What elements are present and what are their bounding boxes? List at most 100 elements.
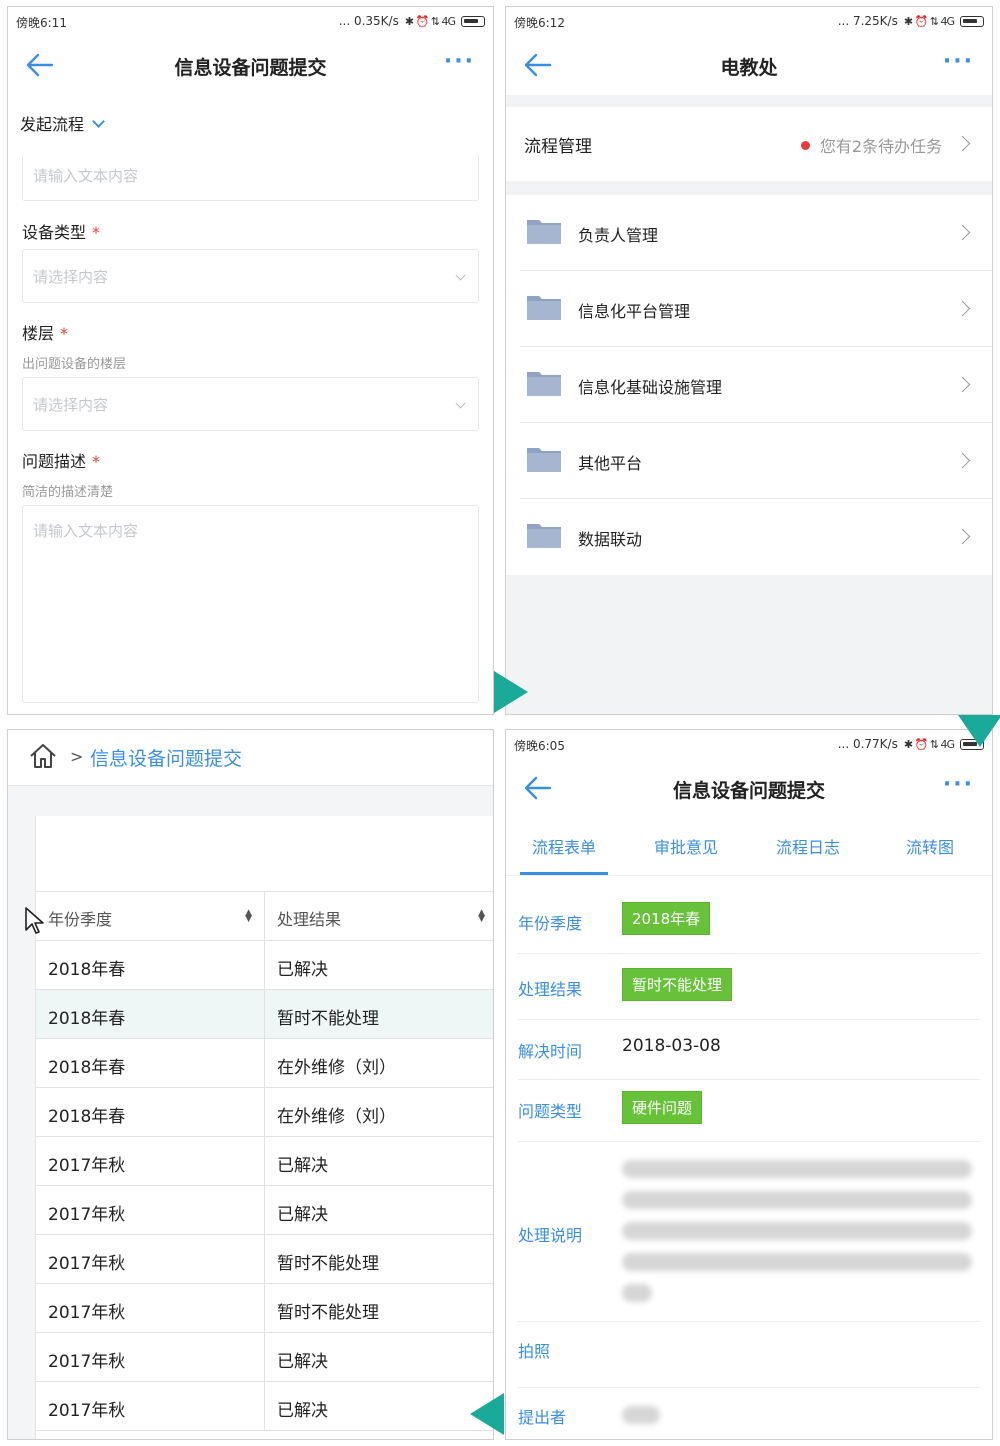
status-bar: 傍晚6:12 ... 7.25K/s ✱ ⏰ ⇅ 4G [506,7,992,35]
placeholder: 请输入文本内容 [33,522,139,540]
field-label: 处理说明 [518,1226,583,1245]
floor-select[interactable]: 请选择内容 [22,377,479,431]
launch-process-dropdown[interactable]: 发起流程 [20,111,105,135]
sort-icon: ▲ ▼ [478,908,485,924]
folder-icon [527,448,561,472]
chevron-down-icon [455,398,466,409]
table-row[interactable]: 2017年秋 已解决 [36,1333,493,1382]
description-hint: 简洁的描述清楚 [22,485,114,500]
top-text-input[interactable]: 请输入文本内容 [22,155,479,201]
tab-form[interactable]: 流程表单 [532,834,596,858]
status-bar: 傍晚6:05 ... 0.77K/s ✱ ⏰ ⇅ 4G [506,730,992,758]
network-speed: ... 7.25K/s [837,14,898,28]
device-type-select[interactable]: 请选择内容 [22,249,479,303]
cell-season: 2017年秋 [36,1284,265,1332]
field-label: 年份季度 [518,914,583,933]
field-label: 拍照 [518,1342,551,1361]
column-header-season[interactable]: 年份季度 ▲ ▼ [36,892,265,940]
breadcrumb-separator: > [70,747,84,766]
folder-name: 信息化基础设施管理 [578,378,723,397]
status-time: 傍晚6:12 [514,16,565,30]
folder-icon [527,524,561,548]
status-time: 傍晚6:11 [16,16,67,30]
column-header-result[interactable]: 处理结果 ▲ ▼ [265,892,493,940]
flow-arrow-down-icon [958,715,1000,747]
folder-name: 其他平台 [578,454,643,473]
placeholder: 请选择内容 [33,268,109,286]
cell-result: 在外维修（刘） [277,1058,396,1078]
page-title: 信息设备问题提交 [174,57,327,79]
table-row[interactable]: 2017年秋 暂时不能处理 [36,1284,493,1333]
chevron-right-icon [954,300,971,317]
folder-list: 负责人管理 信息化平台管理 信息化基础设施管理 其他平台 数据联动 [506,195,992,575]
table-row[interactable]: 2017年秋 已解决 [36,1137,493,1186]
network-speed: ... 0.77K/s [837,737,898,751]
folder-name: 负责人管理 [578,226,659,245]
flow-arrow-left-icon [470,1393,504,1435]
screen-record-detail: 傍晚6:05 ... 0.77K/s ✱ ⏰ ⇅ 4G 信息设备问题提交 ···… [505,729,993,1440]
process-management-row[interactable]: 流程管理 您有2条待办任务 [506,107,992,181]
field-problem-type: 问题类型 硬件问题 [518,1080,980,1142]
screen-department-home: 傍晚6:12 ... 7.25K/s ✱ ⏰ ⇅ 4G 电教处 ··· 流程管理… [505,6,993,715]
status-icons: ✱ ⏰ ⇅ 4G [903,737,955,751]
table-row[interactable]: 2017年秋 已解决 [36,1186,493,1235]
cell-result: 在外维修（刘） [277,1107,396,1127]
records-table: 年份季度 ▲ ▼ 处理结果 ▲ ▼ 2018年春 已解决 2018年春 暂时不能处理 201… [35,816,493,1439]
more-menu-icon[interactable]: ··· [444,49,475,74]
floor-hint: 出问题设备的楼层 [22,357,127,372]
status-time: 傍晚6:05 [514,739,565,753]
cell-result: 已解决 [277,1401,328,1421]
pending-tasks-text: 您有2条待办任务 [819,137,942,156]
launch-process-label: 发起流程 [20,115,85,134]
field-resolve-time: 解决时间 2018-03-08 [518,1020,980,1080]
table-row[interactable]: 2017年秋 已解决 [36,1382,493,1431]
table-row[interactable]: 2018年春 在外维修（刘） [36,1088,493,1137]
page-title: 信息设备问题提交 [672,780,825,802]
folder-icon [527,372,561,396]
more-menu-icon[interactable]: ··· [943,49,974,74]
nav-bar: 信息设备问题提交 ··· [8,35,493,95]
table-row[interactable]: 2017年秋 暂时不能处理 [36,1235,493,1284]
cell-result: 暂时不能处理 [277,1303,379,1323]
resolve-time-value: 2018-03-08 [622,1036,721,1056]
problem-type-tag: 硬件问题 [622,1091,703,1124]
result-tag: 暂时不能处理 [622,968,733,1001]
cell-season: 2017年秋 [36,1186,265,1234]
home-icon[interactable] [28,742,58,770]
more-menu-icon[interactable]: ··· [943,772,974,797]
cell-result: 已解决 [277,1156,328,1176]
chevron-right-icon [954,452,971,469]
blurred-submitter [622,1406,660,1437]
tab-approval[interactable]: 审批意见 [654,834,718,858]
cell-result: 已解决 [277,1205,328,1225]
field-label: 解决时间 [518,1042,583,1061]
breadcrumb-current[interactable]: 信息设备问题提交 [90,744,242,771]
cell-season: 2018年春 [36,941,265,989]
blurred-note-text [622,1160,972,1315]
table-row[interactable]: 2018年春 在外维修（刘） [36,1039,493,1088]
screen-records-table: > 信息设备问题提交 年份季度 ▲ ▼ 处理结果 ▲ ▼ 2018年春 已解决 2018年… [7,729,494,1440]
tab-flowchart[interactable]: 流转图 [906,834,954,858]
tab-log[interactable]: 流程日志 [776,834,840,858]
chevron-right-icon [954,135,971,152]
placeholder: 请输入文本内容 [33,167,139,185]
cell-result: 暂时不能处理 [277,1254,379,1274]
folder-name: 数据联动 [578,530,643,549]
folder-icon [527,220,561,244]
folder-item[interactable]: 其他平台 [520,423,992,499]
description-label: 问题描述 * [22,452,101,471]
field-label: 处理结果 [518,980,583,999]
folder-item[interactable]: 数据联动 [520,499,992,575]
chevron-down-icon [92,114,105,128]
folder-item[interactable]: 负责人管理 [520,195,992,271]
cell-result: 已解决 [277,1352,328,1372]
table-toolbar [36,816,493,892]
table-row[interactable]: 2018年春 已解决 [36,941,493,990]
chevron-down-icon [455,270,466,281]
page-title: 电教处 [720,57,778,79]
table-row[interactable]: 2018年春 暂时不能处理 [36,990,493,1039]
folder-item[interactable]: 信息化基础设施管理 [520,347,992,423]
description-textarea[interactable]: 请输入文本内容 [22,505,479,703]
folder-item[interactable]: 信息化平台管理 [520,271,992,347]
field-season: 年份季度 2018年春 [518,890,980,954]
